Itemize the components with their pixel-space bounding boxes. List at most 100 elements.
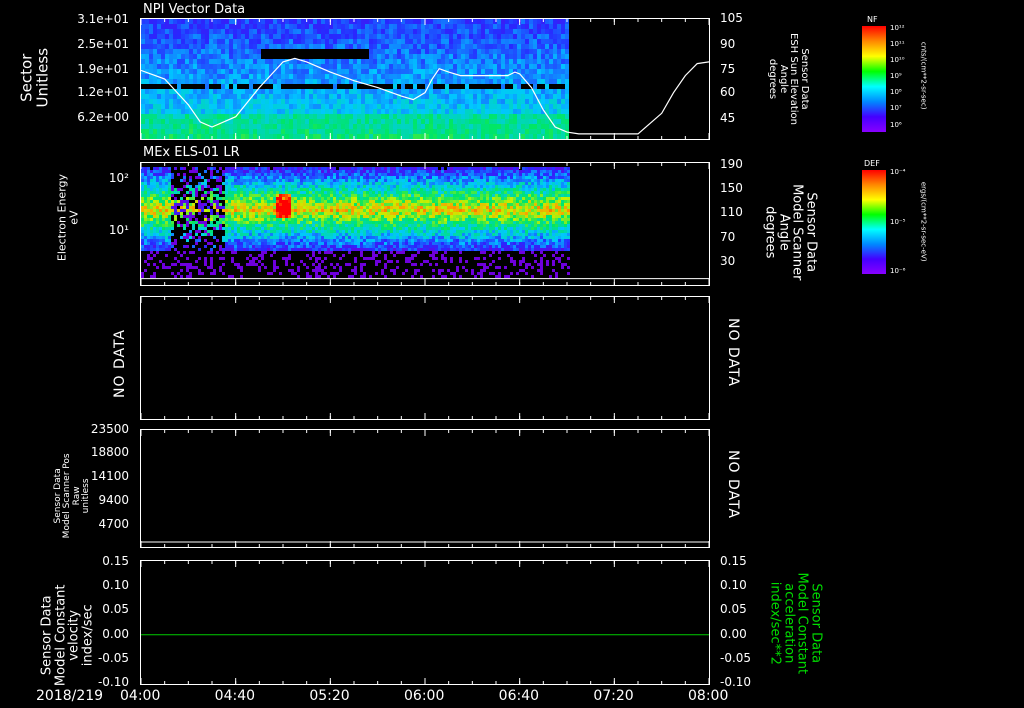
def-pixel [342, 176, 345, 179]
nf-pixel [481, 84, 485, 90]
nf-pixel [229, 19, 233, 25]
def-pixel [297, 242, 300, 245]
nf-pixel [385, 39, 389, 45]
nf-pixel [381, 29, 385, 35]
def-pixel [312, 191, 315, 194]
def-pixel [387, 248, 390, 251]
nf-pixel [353, 34, 357, 40]
def-pixel [288, 227, 291, 230]
def-pixel [372, 230, 375, 233]
def-pixel [312, 176, 315, 179]
nf-pixel [149, 64, 153, 70]
nf-pixel [401, 69, 405, 75]
def-pixel [327, 173, 330, 176]
def-pixel [360, 185, 363, 188]
nf-pixel [361, 44, 365, 50]
def-pixel [342, 233, 345, 236]
def-pixel [180, 275, 183, 278]
nf-pixel [189, 74, 193, 80]
def-pixel [282, 182, 285, 185]
nf-pixel [337, 79, 341, 85]
nf-pixel [509, 19, 513, 25]
def-pixel [291, 182, 294, 185]
def-pixel [141, 197, 144, 200]
nf-pixel [177, 109, 181, 115]
def-pixel [162, 212, 165, 215]
nf-pixel [477, 99, 481, 105]
nf-pixel [429, 119, 433, 125]
nf-pixel [493, 54, 497, 60]
def-pixel [186, 239, 189, 242]
nf-pixel [141, 104, 145, 110]
def-pixel [171, 200, 174, 203]
def-pixel [264, 197, 267, 200]
nf-pixel [481, 24, 485, 30]
def-pixel [156, 200, 159, 203]
def-pixel [336, 224, 339, 227]
nf-pixel [389, 54, 393, 60]
def-pixel [141, 206, 144, 209]
nf-pixel [277, 34, 281, 40]
nf-pixel [453, 104, 457, 110]
nf-pixel [545, 74, 549, 80]
nf-pixel [157, 64, 161, 70]
def-pixel [255, 263, 258, 266]
nf-pixel [533, 79, 537, 85]
def-pixel [255, 170, 258, 173]
def-pixel [270, 209, 273, 212]
def-pixel [297, 209, 300, 212]
nf-pixel [557, 69, 561, 75]
nf-pixel [529, 74, 533, 80]
def-pixel [324, 185, 327, 188]
def-pixel [306, 197, 309, 200]
nf-pixel [533, 59, 537, 65]
def-pixel [243, 203, 246, 206]
nf-pixel [189, 59, 193, 65]
nf-pixel [477, 104, 481, 110]
def-pixel [231, 209, 234, 212]
nf-pixel [469, 94, 473, 100]
def-pixel [264, 173, 267, 176]
def-pixel [318, 218, 321, 221]
def-pixel [342, 191, 345, 194]
nf-pixel [281, 129, 285, 135]
nf-pixel [301, 34, 305, 40]
nf-pixel [385, 74, 389, 80]
def-pixel [231, 230, 234, 233]
def-pixel [255, 215, 258, 218]
nf-pixel [361, 39, 365, 45]
def-pixel [210, 260, 213, 263]
def-pixel [201, 272, 204, 275]
nf-pixel [561, 19, 565, 25]
def-pixel [258, 212, 261, 215]
def-pixel [321, 167, 324, 170]
nf-pixel [197, 59, 201, 65]
nf-pixel [241, 124, 245, 130]
nf-pixel [177, 29, 181, 35]
nf-pixel [193, 69, 197, 75]
def-pixel [360, 239, 363, 242]
nf-colorbar [862, 26, 886, 132]
nf-pixel [377, 99, 381, 105]
nf-pixel [149, 49, 153, 55]
nf-pixel [301, 119, 305, 125]
nf-pixel [481, 64, 485, 70]
def-pixel [318, 191, 321, 194]
nf-pixel [517, 119, 521, 125]
nf-pixel [217, 49, 221, 55]
def-pixel [225, 176, 228, 179]
def-pixel [312, 206, 315, 209]
nf-pixel [145, 104, 149, 110]
nf-pixel [553, 24, 557, 30]
def-pixel [315, 197, 318, 200]
nf-pixel [337, 104, 341, 110]
def-pixel [243, 176, 246, 179]
def-pixel [195, 209, 198, 212]
nf-pixel [377, 29, 381, 35]
def-pixel [291, 188, 294, 191]
def-pixel [321, 209, 324, 212]
def-pixel [363, 221, 366, 224]
def-pixel [351, 188, 354, 191]
nf-pixel [485, 94, 489, 100]
def-pixel [282, 224, 285, 227]
